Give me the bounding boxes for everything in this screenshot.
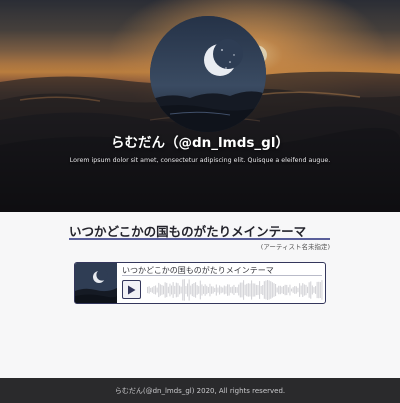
play-icon xyxy=(128,285,136,294)
play-button[interactable] xyxy=(122,280,141,299)
footer-copyright: らむだん(@dn_lmds_gl) 2020, All rights reser… xyxy=(114,387,286,395)
audio-player: いつかどこかの国ものがたりメインテーマ xyxy=(74,262,326,304)
artist-note: (アーティスト名未指定) xyxy=(260,243,330,251)
player-artwork xyxy=(75,263,117,303)
waveform[interactable] xyxy=(147,278,323,302)
player-divider xyxy=(122,275,322,276)
hero-banner: らむだん（@dn_lmds_gl） Lorem ipsum dolor sit … xyxy=(0,0,400,212)
footer: らむだん(@dn_lmds_gl) 2020, All rights reser… xyxy=(0,378,400,403)
hero-description: Lorem ipsum dolor sit amet, consectetur … xyxy=(69,157,331,164)
hero-title: らむだん（@dn_lmds_gl） xyxy=(111,135,289,151)
page: らむだん（@dn_lmds_gl） Lorem ipsum dolor sit … xyxy=(0,0,400,403)
title-underline xyxy=(69,238,330,240)
moon-icon xyxy=(150,16,266,132)
avatar xyxy=(150,16,266,132)
main-content: いつかどこかの国ものがたりメインテーマ (アーティスト名未指定) いつかどこかの… xyxy=(0,212,400,378)
